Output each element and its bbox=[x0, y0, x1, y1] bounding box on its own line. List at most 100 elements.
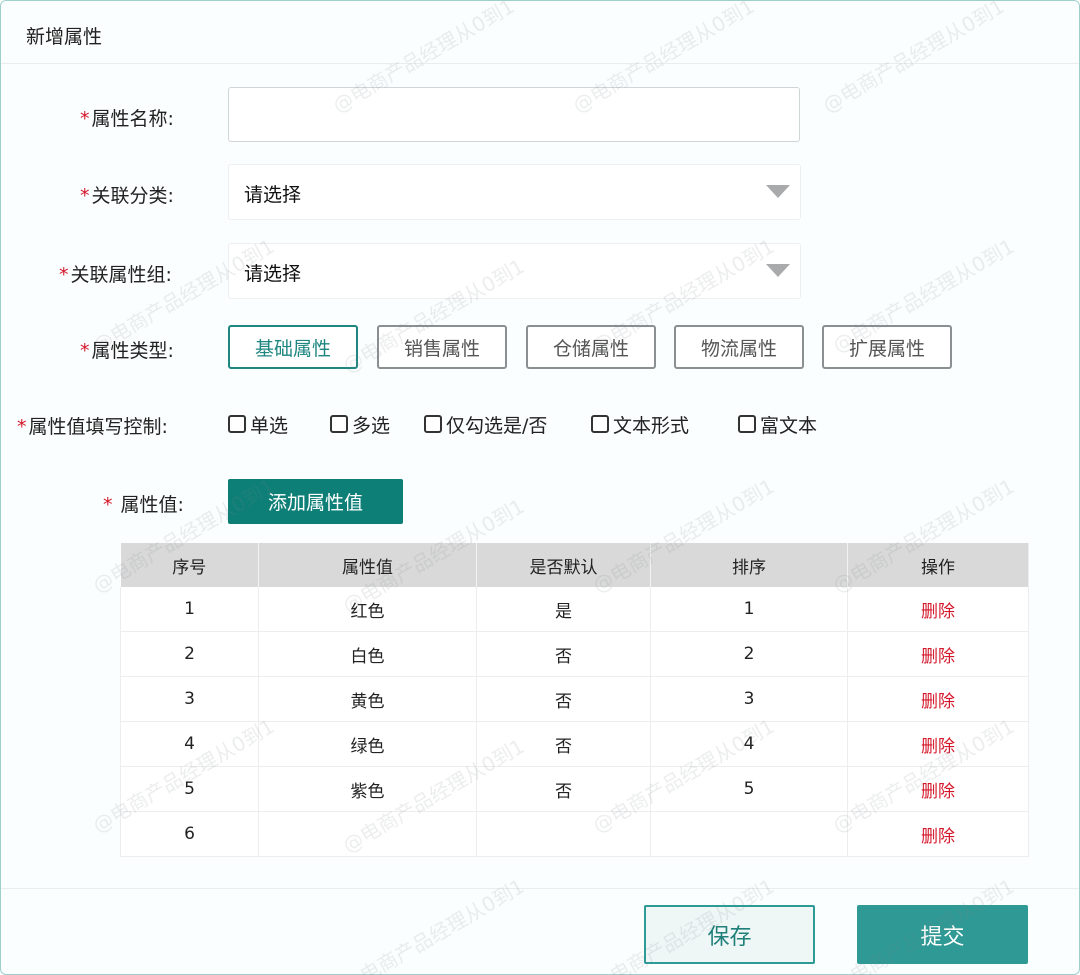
cell-index: 3 bbox=[120, 676, 259, 722]
cell-sort: 5 bbox=[650, 766, 848, 812]
category-select[interactable]: 请选择 bbox=[228, 164, 801, 220]
save-button[interactable]: 保存 bbox=[644, 905, 815, 964]
cell-action: 删除 bbox=[847, 721, 1029, 767]
cell-action: 删除 bbox=[847, 766, 1029, 812]
header-default: 是否默认 bbox=[476, 543, 651, 587]
header-value: 属性值 bbox=[258, 543, 477, 587]
header-sort: 排序 bbox=[650, 543, 848, 587]
checkbox-rich-text-label: 富文本 bbox=[760, 414, 818, 437]
cell-default: 否 bbox=[476, 676, 651, 722]
header-action: 操作 bbox=[847, 543, 1029, 587]
cell-value: 绿色 bbox=[258, 721, 477, 767]
checkbox-multiple-label: 多选 bbox=[352, 414, 391, 437]
delete-link[interactable]: 删除 bbox=[921, 602, 955, 622]
category-label-text: 关联分类: bbox=[91, 185, 174, 207]
table-row: 5 紫色 否 5 删除 bbox=[120, 766, 1029, 812]
required-mark: * bbox=[59, 264, 69, 286]
table-row: 6 删除 bbox=[120, 811, 1029, 857]
required-mark: * bbox=[80, 185, 90, 207]
cell-index: 5 bbox=[120, 766, 259, 812]
checkbox-single-label: 单选 bbox=[250, 414, 289, 437]
type-logistics-button[interactable]: 物流属性 bbox=[674, 325, 804, 369]
cell-index: 6 bbox=[120, 811, 259, 857]
cell-sort[interactable] bbox=[650, 811, 848, 857]
cell-index: 1 bbox=[120, 587, 259, 632]
type-storage-button[interactable]: 仓储属性 bbox=[526, 325, 656, 369]
attribute-name-input[interactable] bbox=[228, 87, 800, 142]
add-attribute-dialog: 新增属性 * 属性名称: * 关联分类: 请选择 * 关联属性组: 请选择 * 属性类型… bbox=[0, 0, 1080, 975]
cell-default[interactable] bbox=[476, 811, 651, 857]
delete-link[interactable]: 删除 bbox=[921, 782, 955, 802]
attribute-values-table: 序号 属性值 是否默认 排序 操作 1 红色 是 1 删除 2 白色 否 2 删… bbox=[120, 543, 1029, 857]
cell-value: 红色 bbox=[258, 587, 477, 632]
cell-default: 是 bbox=[476, 587, 651, 632]
add-attribute-value-button[interactable]: 添加属性值 bbox=[228, 479, 403, 524]
cell-sort: 1 bbox=[650, 587, 848, 632]
cell-default: 否 bbox=[476, 631, 651, 677]
submit-button[interactable]: 提交 bbox=[857, 905, 1028, 964]
cell-sort: 3 bbox=[650, 676, 848, 722]
checkbox-rich-text[interactable]: 富文本 bbox=[738, 412, 818, 437]
table-row: 4 绿色 否 4 删除 bbox=[120, 721, 1029, 767]
checkbox-icon[interactable] bbox=[424, 415, 442, 433]
cell-index: 4 bbox=[120, 721, 259, 767]
checkbox-yes-no-label: 仅勾选是/否 bbox=[446, 414, 548, 437]
attribute-group-label-text: 关联属性组: bbox=[70, 264, 172, 286]
checkbox-yes-no[interactable]: 仅勾选是/否 bbox=[424, 412, 548, 437]
checkbox-text-label: 文本形式 bbox=[613, 414, 690, 437]
dialog-title: 新增属性 bbox=[26, 26, 103, 48]
checkbox-multiple[interactable]: 多选 bbox=[330, 412, 391, 437]
checkbox-single[interactable]: 单选 bbox=[228, 412, 289, 437]
cell-sort: 4 bbox=[650, 721, 848, 767]
attribute-group-select-value: 请选择 bbox=[244, 263, 302, 285]
delete-link[interactable]: 删除 bbox=[921, 737, 955, 757]
table-header-row: 序号 属性值 是否默认 排序 操作 bbox=[120, 543, 1029, 587]
cell-index: 2 bbox=[120, 631, 259, 677]
cell-action: 删除 bbox=[847, 811, 1029, 857]
checkbox-icon[interactable] bbox=[228, 415, 246, 433]
required-mark: * bbox=[80, 340, 90, 362]
cell-value: 黄色 bbox=[258, 676, 477, 722]
checkbox-text[interactable]: 文本形式 bbox=[591, 412, 690, 437]
checkbox-icon[interactable] bbox=[738, 415, 756, 433]
table-row: 3 黄色 否 3 删除 bbox=[120, 676, 1029, 722]
category-label: * 关联分类: bbox=[80, 181, 174, 208]
attribute-type-label-text: 属性类型: bbox=[91, 340, 174, 362]
required-mark: * bbox=[80, 108, 90, 130]
attribute-group-select[interactable]: 请选择 bbox=[228, 243, 801, 299]
cell-value[interactable] bbox=[258, 811, 477, 857]
required-mark: * bbox=[103, 494, 113, 516]
delete-link[interactable]: 删除 bbox=[921, 827, 955, 847]
cell-sort: 2 bbox=[650, 631, 848, 677]
footer-divider bbox=[1, 888, 1079, 889]
dialog-header: 新增属性 bbox=[1, 1, 1079, 64]
cell-value: 白色 bbox=[258, 631, 477, 677]
checkbox-icon[interactable] bbox=[591, 415, 609, 433]
attribute-name-label-text: 属性名称: bbox=[91, 108, 174, 130]
caret-down-icon bbox=[766, 185, 790, 198]
cell-default: 否 bbox=[476, 721, 651, 767]
delete-link[interactable]: 删除 bbox=[921, 692, 955, 712]
cell-value: 紫色 bbox=[258, 766, 477, 812]
cell-action: 删除 bbox=[847, 587, 1029, 632]
type-sales-button[interactable]: 销售属性 bbox=[377, 325, 507, 369]
attribute-type-label: * 属性类型: bbox=[80, 336, 174, 363]
table-row: 2 白色 否 2 删除 bbox=[120, 631, 1029, 677]
cell-action: 删除 bbox=[847, 676, 1029, 722]
required-mark: * bbox=[17, 416, 27, 438]
input-control-label: * 属性值填写控制: bbox=[17, 412, 168, 439]
cell-default: 否 bbox=[476, 766, 651, 812]
header-index: 序号 bbox=[120, 543, 259, 587]
attribute-name-label: * 属性名称: bbox=[80, 104, 174, 131]
type-basic-button[interactable]: 基础属性 bbox=[228, 325, 358, 369]
delete-link[interactable]: 删除 bbox=[921, 647, 955, 667]
caret-down-icon bbox=[766, 264, 790, 277]
checkbox-icon[interactable] bbox=[330, 415, 348, 433]
type-extended-button[interactable]: 扩展属性 bbox=[822, 325, 952, 369]
attribute-group-label: * 关联属性组: bbox=[59, 260, 172, 287]
cell-action: 删除 bbox=[847, 631, 1029, 677]
input-control-label-text: 属性值填写控制: bbox=[28, 416, 168, 438]
category-select-value: 请选择 bbox=[244, 184, 302, 206]
table-row: 1 红色 是 1 删除 bbox=[120, 587, 1029, 632]
attribute-values-label-text: 属性值: bbox=[120, 494, 184, 516]
